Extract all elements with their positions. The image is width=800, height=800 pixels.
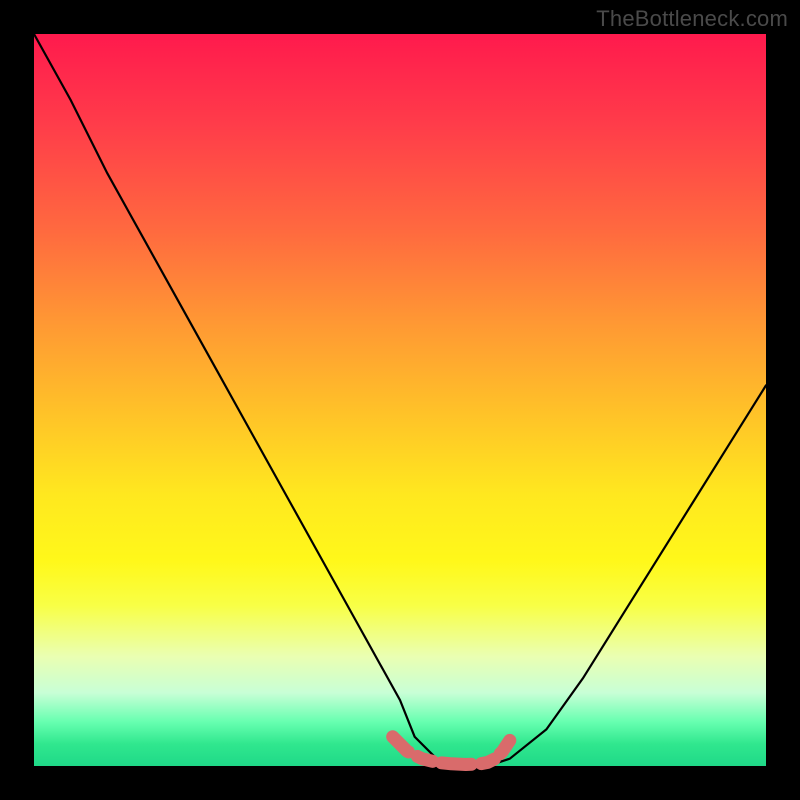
chart-frame: TheBottleneck.com (0, 0, 800, 800)
curve-svg (34, 34, 766, 766)
marker-group (393, 737, 510, 765)
highlight-band (393, 737, 510, 765)
curve-path-group (34, 34, 766, 766)
watermark-text: TheBottleneck.com (596, 6, 788, 32)
bottleneck-curve (34, 34, 766, 766)
plot-area (34, 34, 766, 766)
